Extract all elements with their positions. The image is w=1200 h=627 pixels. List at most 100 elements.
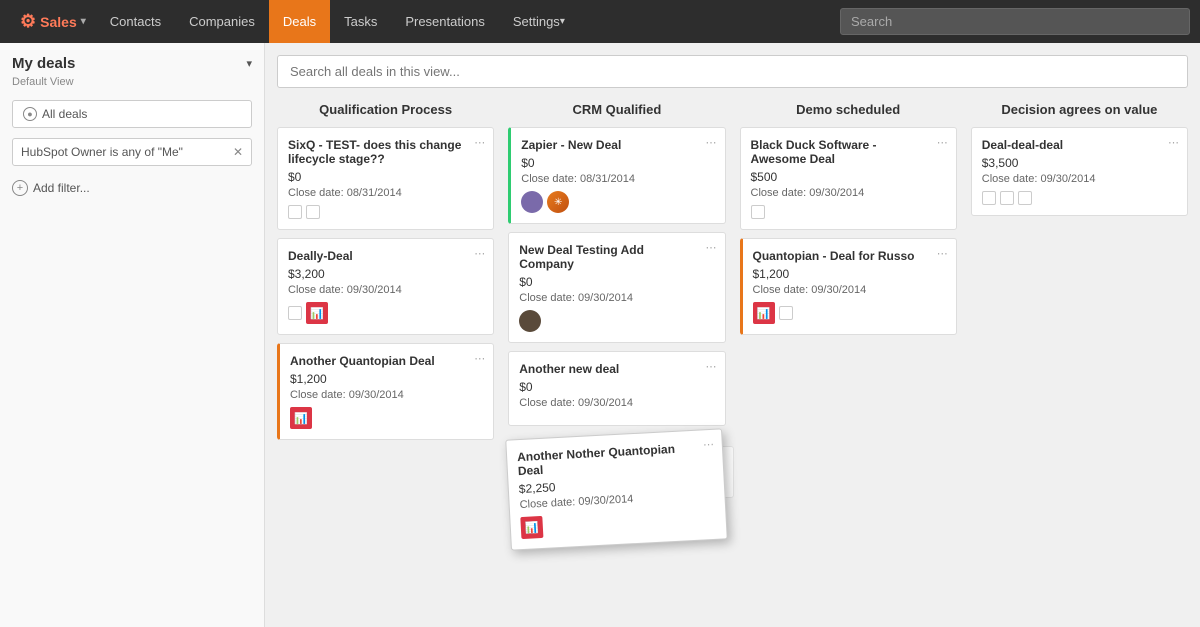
deal-card[interactable]: ⋯ Black Duck Software - Awesome Deal $50… [740,127,957,230]
card-menu-icon[interactable]: ⋯ [474,352,485,365]
deal-card[interactable]: ⋯ Deally-Deal $3,200 Close date: 09/30/2… [277,238,494,335]
remove-filter-button[interactable]: ✕ [233,145,243,159]
owner-filter-tag: HubSpot Owner is any of "Me" ✕ [12,138,252,166]
sidebar-title-arrow-icon: ▾ [246,57,252,70]
column-demo-header: Demo scheduled [740,102,957,117]
board-area: Qualification Process ⋯ SixQ - TEST- doe… [265,43,1200,627]
deal-card[interactable]: ⋯ New Deal Testing Add Company $0 Close … [508,232,725,343]
nav-tasks[interactable]: Tasks [330,0,391,43]
card-menu-icon[interactable]: ⋯ [937,247,948,260]
checkbox-icon [1000,191,1014,205]
chart-icon: 📊 [290,407,312,429]
deal-close-date: Close date: 08/31/2014 [521,173,714,185]
deal-title: New Deal Testing Add Company [519,243,714,271]
checkbox-icon [288,205,302,219]
deal-title: SixQ - TEST- does this change lifecycle … [288,138,483,166]
column-decision-header: Decision agrees on value [971,102,1188,117]
sidebar: My deals ▾ Default View ● All deals HubS… [0,43,265,627]
sidebar-subtitle: Default View [12,76,252,88]
top-navigation: ⚙ Sales ▾ Contacts Companies Deals Tasks… [0,0,1200,43]
deal-card[interactable]: ⋯ Deal-deal-deal $3,500 Close date: 09/3… [971,127,1188,216]
add-filter-circle-icon: + [12,180,28,196]
deal-amount: $0 [521,156,714,170]
deal-card[interactable]: ⋯ Zapier - New Deal $0 Close date: 08/31… [508,127,725,224]
card-menu-icon[interactable]: ⋯ [937,136,948,149]
deal-close-date: Close date: 09/30/2014 [519,292,714,304]
board-columns: Qualification Process ⋯ SixQ - TEST- doe… [277,102,1188,553]
checkbox-icon [779,306,793,320]
checkbox-icon [1018,191,1032,205]
deal-close-date: Close date: 09/30/2014 [519,397,714,409]
chart-icon: 📊 [306,302,328,324]
column-qualification: Qualification Process ⋯ SixQ - TEST- doe… [277,102,494,448]
nav-deals[interactable]: Deals [269,0,330,43]
chart-icon: 📊 [753,302,775,324]
nav-companies[interactable]: Companies [175,0,269,43]
avatar-icon [521,191,543,213]
deal-card[interactable]: ⋯ Quantopian - Deal for Russo $1,200 Clo… [740,238,957,335]
card-menu-icon[interactable]: ⋯ [1168,136,1179,149]
checkbox-icon [751,205,765,219]
sidebar-title: My deals [12,55,75,72]
avatar-icon: ✳ [547,191,569,213]
deal-card-icons: ✳ [521,191,714,213]
nav-settings[interactable]: Settings [499,0,579,43]
board-search-input[interactable] [277,55,1188,88]
deal-card-icons: 📊 [753,302,946,324]
deal-card[interactable]: ⋯ Another new deal $0 Close date: 09/30/… [508,351,725,426]
deal-amount: $500 [751,170,946,184]
deal-amount: $0 [519,380,714,394]
column-crm-header: CRM Qualified [508,102,725,117]
checkbox-icon [982,191,996,205]
deal-close-date: Close date: 08/31/2014 [288,187,483,199]
deal-close-date: Close date: 09/30/2014 [288,284,483,296]
deal-card[interactable]: ⋯ Another Quantopian Deal $1,200 Close d… [277,343,494,440]
card-menu-icon[interactable]: ⋯ [474,136,485,149]
deal-amount: $0 [288,170,483,184]
nav-search-input[interactable] [840,8,1190,35]
deal-close-date: Close date: 09/30/2014 [290,389,483,401]
deal-card-icons: 📊 [521,507,717,539]
all-deals-label: All deals [42,107,87,121]
deal-close-date: Close date: 09/30/2014 [982,173,1177,185]
deal-title: Another new deal [519,362,714,376]
checkbox-icon [288,306,302,320]
card-menu-icon[interactable]: ⋯ [703,438,715,452]
deal-amount: $3,200 [288,267,483,281]
circle-icon: ● [23,107,37,121]
dragging-card[interactable]: ⋯ Another Nother Quantopian Deal $2,250 … [505,428,728,550]
deal-title: Another Quantopian Deal [290,354,483,368]
deal-close-date: Close date: 09/30/2014 [751,187,946,199]
card-menu-icon[interactable]: ⋯ [474,247,485,260]
column-crm: CRM Qualified ⋯ Zapier - New Deal $0 Clo… [508,102,725,553]
column-decision: Decision agrees on value ⋯ Deal-deal-dea… [971,102,1188,224]
add-filter-label: Add filter... [33,181,90,195]
deal-card-icons [288,205,483,219]
deal-title: Another Nother Quantopian Deal [517,440,713,478]
owner-filter-label: HubSpot Owner is any of "Me" [21,145,183,159]
main-layout: My deals ▾ Default View ● All deals HubS… [0,43,1200,627]
deal-card-icons: 📊 [288,302,483,324]
deal-title: Black Duck Software - Awesome Deal [751,138,946,166]
deal-card-icons: 📊 [290,407,483,429]
nav-presentations[interactable]: Presentations [391,0,499,43]
deal-card-icons [519,310,714,332]
column-demo: Demo scheduled ⋯ Black Duck Software - A… [740,102,957,343]
hubspot-logo-icon: ⚙ [20,11,36,32]
deal-card-icons [982,191,1177,205]
deal-card[interactable]: ⋯ SixQ - TEST- does this change lifecycl… [277,127,494,230]
card-menu-icon[interactable]: ⋯ [706,136,717,149]
deal-amount: $0 [519,275,714,289]
all-deals-filter[interactable]: ● All deals [12,100,252,128]
drag-wrapper: ⋯ Another Nother Quantopian Deal $2,250 … [508,434,725,545]
deal-title: Deally-Deal [288,249,483,263]
deal-card-icons [751,205,946,219]
deal-close-date: Close date: 09/30/2014 [753,284,946,296]
add-filter-button[interactable]: + Add filter... [12,176,252,200]
card-menu-icon[interactable]: ⋯ [706,360,717,373]
nav-logo-text: Sales [40,14,77,30]
nav-logo[interactable]: ⚙ Sales ▾ [10,11,96,32]
chart-icon: 📊 [521,516,544,539]
card-menu-icon[interactable]: ⋯ [706,241,717,254]
nav-contacts[interactable]: Contacts [96,0,175,43]
